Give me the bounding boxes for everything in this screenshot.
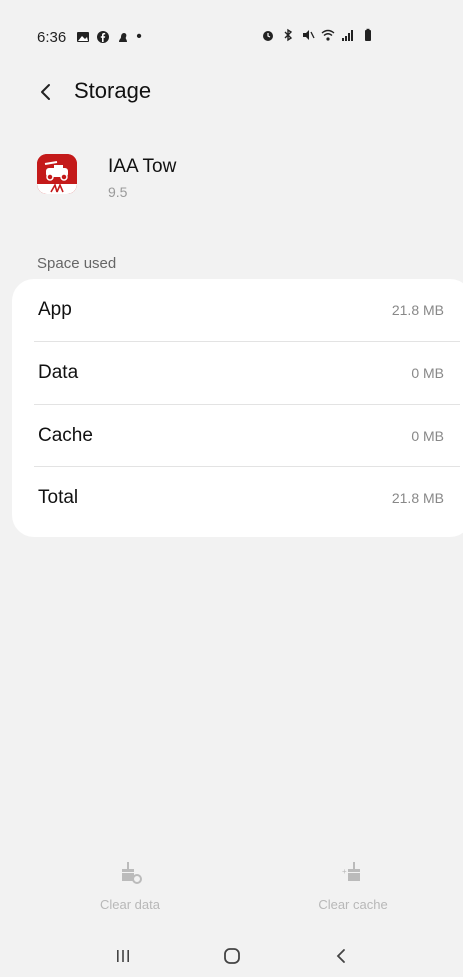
svg-text:+: +: [342, 867, 347, 876]
row-label: Cache: [38, 425, 93, 446]
row-label: App: [38, 299, 72, 320]
section-label-space-used: Space used: [37, 255, 117, 272]
tow-truck-icon: [37, 154, 77, 194]
row-label: Total: [38, 487, 79, 508]
row-app: App 21.8 MB: [12, 279, 463, 341]
home-icon: [224, 948, 240, 964]
clear-cache-button[interactable]: + Clear cache: [293, 860, 413, 912]
broom-icon: +: [342, 862, 360, 881]
row-value: 21.8 MB: [391, 490, 444, 506]
storage-card: App 21.8 MB Data 0 MB Cache 0 MB Total 2…: [12, 279, 463, 537]
app-version: 9.5: [108, 184, 128, 200]
back-button[interactable]: [34, 80, 58, 104]
alarm-icon: [263, 31, 273, 41]
status-time: 6:36: [37, 28, 67, 46]
page-title: Storage: [74, 78, 152, 103]
clear-cache-label: Clear cache: [318, 897, 388, 912]
gallery-icon: [77, 32, 90, 42]
row-cache: Cache 0 MB: [12, 405, 463, 467]
wifi-icon: [321, 29, 335, 41]
notification-icon: [119, 33, 128, 42]
app-info: IAA Tow 9.5: [0, 150, 463, 210]
battery-icon: [365, 28, 371, 41]
chevron-left-icon: [41, 84, 50, 100]
clear-data-label: Clear data: [100, 897, 160, 912]
recents-icon: [117, 950, 129, 962]
facebook-icon: [97, 31, 110, 43]
app-icon: [37, 154, 77, 194]
mute-icon: [303, 30, 315, 40]
header: Storage: [0, 72, 463, 112]
app-name: IAA Tow: [108, 156, 177, 177]
row-label: Data: [38, 362, 79, 383]
clear-data-button[interactable]: Clear data: [70, 860, 190, 912]
row-value: 21.8 MB: [391, 302, 444, 318]
broom-icon: [122, 862, 142, 884]
row-value: 0 MB: [411, 365, 444, 381]
status-bar: 6:36 •: [0, 0, 463, 72]
row-value: 0 MB: [411, 428, 444, 444]
dot-icon: •: [136, 28, 142, 45]
row-total: Total 21.8 MB: [12, 467, 463, 529]
row-data: Data 0 MB: [12, 342, 463, 404]
recents-button[interactable]: [105, 941, 141, 971]
back-nav-button[interactable]: [323, 941, 359, 971]
navigation-bar: [0, 935, 463, 977]
back-icon: [336, 949, 345, 963]
home-button[interactable]: [214, 941, 250, 971]
bluetooth-icon: [284, 28, 293, 42]
signal-icon: [342, 30, 353, 41]
